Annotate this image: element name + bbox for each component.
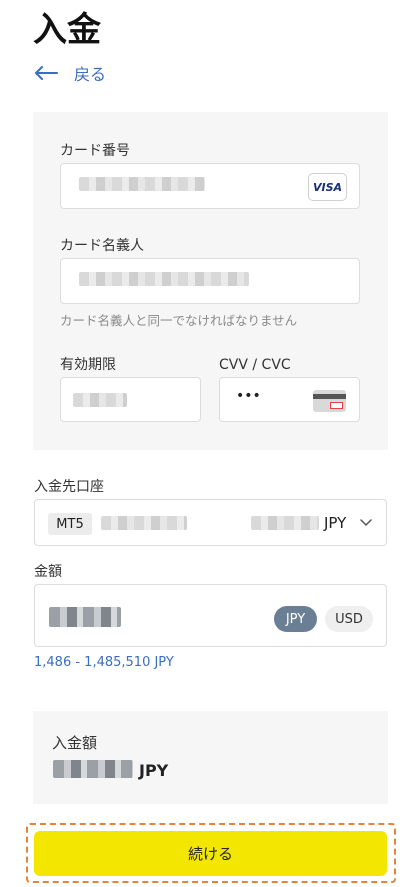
cvv-label: CVV / CVC <box>219 357 291 373</box>
card-holder-input[interactable] <box>60 258 360 304</box>
platform-tag: MT5 <box>48 513 92 535</box>
card-details-panel: カード番号 VISA カード名義人 カード名義人と同一でなければなりません 有効… <box>33 112 388 450</box>
expiry-input[interactable] <box>60 377 201 422</box>
back-label: 戻る <box>74 65 107 84</box>
masked-card-holder <box>79 272 249 286</box>
account-currency: JPY <box>324 514 347 532</box>
expiry-label: 有効期限 <box>60 357 116 373</box>
amount-input[interactable]: JPY USD <box>34 584 387 647</box>
account-select[interactable]: MT5 JPY <box>34 499 387 546</box>
amount-label: 金額 <box>34 564 62 580</box>
masked-card-number <box>79 177 205 191</box>
back-link[interactable]: 戻る <box>34 61 106 85</box>
masked-account-balance <box>251 516 319 530</box>
currency-usd-toggle[interactable]: USD <box>325 606 373 632</box>
continue-button[interactable]: 続ける <box>34 831 387 876</box>
masked-summary-amount <box>53 760 133 778</box>
cvc-card-icon <box>313 390 346 412</box>
masked-expiry <box>73 393 127 407</box>
card-holder-label: カード名義人 <box>60 238 144 254</box>
currency-jpy-toggle[interactable]: JPY <box>274 606 317 632</box>
summary-currency: JPY <box>139 761 169 780</box>
deposit-summary-panel: 入金額 JPY <box>33 711 388 804</box>
card-holder-hint: カード名義人と同一でなければなりません <box>60 313 298 328</box>
cvv-value: ••• <box>236 388 261 404</box>
card-number-label: カード番号 <box>60 143 130 159</box>
chevron-down-icon <box>360 519 372 527</box>
masked-account-id <box>101 516 187 530</box>
arrow-left-icon <box>35 66 58 80</box>
account-label: 入金先口座 <box>34 479 104 495</box>
visa-icon: VISA <box>308 173 347 201</box>
summary-label: 入金額 <box>52 734 98 752</box>
masked-amount <box>49 607 121 627</box>
cvv-input[interactable]: ••• <box>219 377 360 422</box>
page-title: 入金 <box>33 10 101 50</box>
amount-range: 1,486 - 1,485,510 JPY <box>34 655 174 670</box>
card-number-input[interactable]: VISA <box>60 163 360 209</box>
